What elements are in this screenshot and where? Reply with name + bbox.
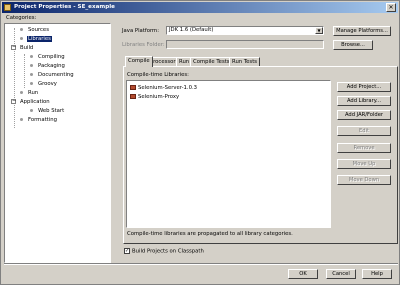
- project-properties-dialog: Project Properties - SE_example ✕ Catego…: [0, 0, 400, 285]
- window-title: Project Properties - SE_example: [14, 4, 115, 10]
- tree-item-run[interactable]: Run: [20, 89, 39, 97]
- cancel-button[interactable]: Cancel: [326, 269, 356, 279]
- add-jar-folder-button[interactable]: Add JAR/Folder: [337, 110, 391, 120]
- bullet-icon: [20, 28, 23, 31]
- tree-item-packaging[interactable]: Packaging: [30, 62, 66, 70]
- build-on-classpath-checkbox[interactable]: ✓ Build Projects on Classpath: [124, 248, 204, 255]
- manage-platforms-button[interactable]: Manage Platforms...: [333, 26, 391, 36]
- bullet-icon: [30, 109, 33, 112]
- add-project-button[interactable]: Add Project...: [337, 82, 391, 92]
- list-item[interactable]: Selenium-Proxy: [130, 93, 179, 101]
- coffee-cup-icon: [4, 4, 11, 11]
- categories-label: Categories:: [6, 15, 37, 21]
- collapse-icon[interactable]: −: [11, 45, 16, 50]
- move-down-button[interactable]: Move Down: [337, 175, 391, 185]
- tab-run-tests[interactable]: Run Tests: [229, 57, 261, 66]
- ok-button[interactable]: OK: [288, 269, 318, 279]
- tab-compile-tests[interactable]: Compile Tests: [190, 57, 233, 66]
- add-library-button[interactable]: Add Library...: [337, 96, 391, 106]
- library-jar-icon: [130, 94, 136, 99]
- edit-button[interactable]: Edit: [337, 126, 391, 136]
- tree-item-sources[interactable]: Sources: [20, 26, 50, 34]
- libraries-folder-field: [166, 40, 324, 49]
- java-platform-label: Java Platform:: [122, 28, 159, 34]
- list-item[interactable]: Selenium-Server-1.0.3: [130, 84, 197, 92]
- build-on-classpath-label: Build Projects on Classpath: [132, 248, 204, 255]
- library-jar-icon: [130, 85, 136, 90]
- collapse-icon[interactable]: −: [11, 99, 16, 104]
- tree-item-libraries[interactable]: Libraries: [20, 35, 52, 43]
- tab-compile[interactable]: Compile: [125, 56, 153, 67]
- compile-time-libraries-list[interactable]: Selenium-Server-1.0.3 Selenium-Proxy: [126, 80, 331, 228]
- java-platform-select[interactable]: JDK 1.6 (Default) ▼: [166, 26, 324, 35]
- bullet-icon: [30, 55, 33, 58]
- bullet-icon: [30, 64, 33, 67]
- tree-connector-line: [14, 28, 15, 128]
- bullet-icon: [30, 73, 33, 76]
- tree-item-documenting[interactable]: Documenting: [30, 71, 75, 79]
- java-platform-value: JDK 1.6 (Default): [169, 27, 214, 33]
- libraries-folder-label: Libraries Folder:: [122, 42, 165, 48]
- browse-button[interactable]: Browse...: [333, 40, 373, 50]
- move-up-button[interactable]: Move Up: [337, 159, 391, 169]
- propagation-note: Compile-time libraries are propagated to…: [127, 231, 293, 237]
- compile-time-libraries-label: Compile-time Libraries:: [127, 72, 189, 78]
- chevron-down-icon[interactable]: ▼: [315, 27, 323, 34]
- tree-item-compiling[interactable]: Compiling: [30, 53, 66, 61]
- tree-connector-line: [24, 54, 25, 88]
- categories-tree: Sources Libraries − Build Compiling Packa…: [4, 23, 111, 263]
- tree-item-build[interactable]: − Build: [11, 44, 34, 52]
- bullet-icon: [20, 118, 23, 121]
- tree-item-web-start[interactable]: Web Start: [30, 107, 65, 115]
- close-icon[interactable]: ✕: [386, 3, 396, 12]
- tree-item-application[interactable]: − Application: [11, 98, 51, 106]
- footer-divider: [4, 263, 398, 265]
- help-button[interactable]: Help: [362, 269, 392, 279]
- remove-button[interactable]: Remove: [337, 143, 391, 153]
- bullet-icon: [20, 91, 23, 94]
- title-bar: Project Properties - SE_example ✕: [2, 2, 398, 13]
- bullet-icon: [30, 82, 33, 85]
- bullet-icon: [20, 37, 23, 40]
- tree-item-groovy[interactable]: Groovy: [30, 80, 58, 88]
- checkmark-icon[interactable]: ✓: [124, 248, 130, 254]
- tree-item-formatting[interactable]: Formatting: [20, 116, 58, 124]
